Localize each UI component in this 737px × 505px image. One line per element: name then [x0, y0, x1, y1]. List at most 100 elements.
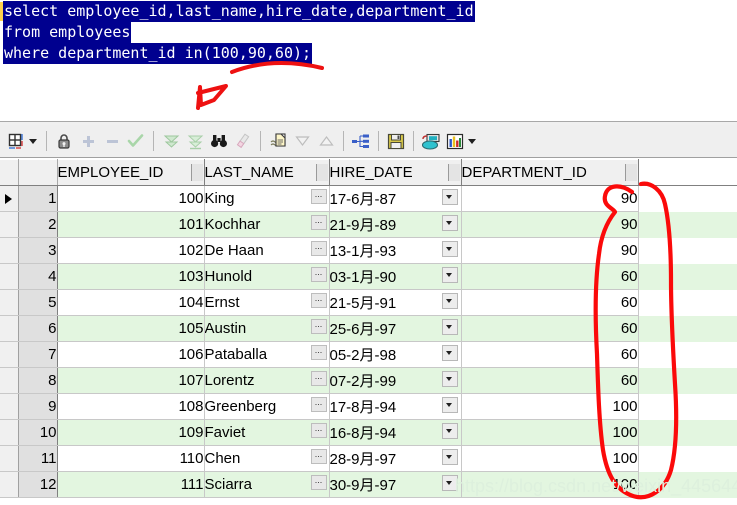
- row-indicator-cell[interactable]: [0, 341, 19, 368]
- row-indicator-cell[interactable]: [0, 419, 19, 446]
- column-resize-grip[interactable]: [315, 164, 328, 181]
- cell-employee-id[interactable]: 105: [57, 315, 205, 342]
- cell-editor-ellipsis-button[interactable]: ...: [310, 215, 327, 230]
- column-resize-grip[interactable]: [624, 164, 637, 181]
- row-indicator-cell[interactable]: [0, 367, 19, 394]
- cell-last-name[interactable]: Austin...: [204, 315, 330, 342]
- cell-department-id[interactable]: 100: [461, 419, 639, 446]
- cell-hire-date[interactable]: 17-6月-87: [329, 185, 462, 212]
- cell-hire-date[interactable]: 21-9月-89: [329, 211, 462, 238]
- cell-hire-date[interactable]: 13-1月-93: [329, 237, 462, 264]
- cell-employee-id[interactable]: 110: [57, 445, 205, 472]
- table-row[interactable]: 3 102 De Haan... 13-1月-93 90: [0, 237, 737, 264]
- row-indicator-cell[interactable]: [0, 393, 19, 420]
- row-indicator-cell[interactable]: [0, 237, 19, 264]
- cell-department-id[interactable]: 60: [461, 341, 639, 368]
- cell-last-name[interactable]: De Haan...: [204, 237, 330, 264]
- row-number-cell[interactable]: 1: [18, 185, 58, 212]
- table-row[interactable]: 1 100 King... 17-6月-87 90: [0, 185, 737, 212]
- row-indicator-cell[interactable]: [0, 445, 19, 472]
- row-number-cell[interactable]: 12: [18, 471, 58, 498]
- cell-department-id[interactable]: 100: [461, 471, 639, 498]
- row-number-cell[interactable]: 2: [18, 211, 58, 238]
- column-header-last-name[interactable]: LAST_NAME: [204, 159, 330, 186]
- row-number-cell[interactable]: 11: [18, 445, 58, 472]
- cell-editor-ellipsis-button[interactable]: ...: [310, 423, 327, 438]
- date-picker-dropdown-icon[interactable]: [441, 423, 458, 439]
- row-indicator-cell[interactable]: [0, 289, 19, 316]
- date-picker-dropdown-icon[interactable]: [441, 241, 458, 257]
- row-indicator-cell[interactable]: [0, 315, 19, 342]
- binoculars-icon[interactable]: [207, 128, 231, 154]
- cell-editor-ellipsis-button[interactable]: ...: [310, 371, 327, 386]
- cell-last-name[interactable]: Sciarra...: [204, 471, 330, 498]
- cell-department-id[interactable]: 60: [461, 289, 639, 316]
- cell-department-id[interactable]: 90: [461, 211, 639, 238]
- date-picker-dropdown-icon[interactable]: [441, 475, 458, 491]
- cell-last-name[interactable]: Pataballa...: [204, 341, 330, 368]
- date-picker-dropdown-icon[interactable]: [441, 319, 458, 335]
- cell-employee-id[interactable]: 108: [57, 393, 205, 420]
- row-number-cell[interactable]: 8: [18, 367, 58, 394]
- cell-hire-date[interactable]: 17-8月-94: [329, 393, 462, 420]
- cell-employee-id[interactable]: 106: [57, 341, 205, 368]
- date-picker-dropdown-icon[interactable]: [441, 293, 458, 309]
- cell-employee-id[interactable]: 104: [57, 289, 205, 316]
- date-picker-dropdown-icon[interactable]: [441, 397, 458, 413]
- results-grid[interactable]: EMPLOYEE_ID LAST_NAME HIRE_DATE DEPARTME…: [0, 159, 737, 505]
- cell-last-name[interactable]: Hunold...: [204, 263, 330, 290]
- cell-editor-ellipsis-button[interactable]: ...: [310, 189, 327, 204]
- cell-hire-date[interactable]: 16-8月-94: [329, 419, 462, 446]
- cell-employee-id[interactable]: 107: [57, 367, 205, 394]
- cell-editor-ellipsis-button[interactable]: ...: [310, 241, 327, 256]
- cell-department-id[interactable]: 100: [461, 393, 639, 420]
- table-row[interactable]: 12 111 Sciarra... 30-9月-97 100: [0, 471, 737, 498]
- cell-department-id[interactable]: 60: [461, 263, 639, 290]
- cell-employee-id[interactable]: 102: [57, 237, 205, 264]
- cell-department-id[interactable]: 90: [461, 185, 639, 212]
- cell-employee-id[interactable]: 103: [57, 263, 205, 290]
- cell-last-name[interactable]: Greenberg...: [204, 393, 330, 420]
- sql-editor-pane[interactable]: select employee_id,last_name,hire_date,d…: [0, 0, 737, 70]
- cell-department-id[interactable]: 100: [461, 445, 639, 472]
- cell-employee-id[interactable]: 109: [57, 419, 205, 446]
- cell-hire-date[interactable]: 07-2月-99: [329, 367, 462, 394]
- sql-line-3[interactable]: where department_id in(100,90,60);: [3, 43, 313, 64]
- copy-rows-icon[interactable]: [266, 128, 290, 154]
- cell-last-name[interactable]: King...: [204, 185, 330, 212]
- row-number-cell[interactable]: 5: [18, 289, 58, 316]
- cell-last-name[interactable]: Kochhar...: [204, 211, 330, 238]
- table-row[interactable]: 9 108 Greenberg... 17-8月-94 100: [0, 393, 737, 420]
- row-number-cell[interactable]: 10: [18, 419, 58, 446]
- cell-department-id[interactable]: 60: [461, 367, 639, 394]
- cell-last-name[interactable]: Ernst...: [204, 289, 330, 316]
- cell-hire-date[interactable]: 28-9月-97: [329, 445, 462, 472]
- table-row[interactable]: 7 106 Pataballa... 05-2月-98 60: [0, 341, 737, 368]
- row-number-cell[interactable]: 6: [18, 315, 58, 342]
- table-row[interactable]: 10 109 Faviet... 16-8月-94 100: [0, 419, 737, 446]
- column-header-department-id[interactable]: DEPARTMENT_ID: [461, 159, 639, 186]
- cell-editor-ellipsis-button[interactable]: ...: [310, 267, 327, 282]
- date-picker-dropdown-icon[interactable]: [441, 371, 458, 387]
- cell-hire-date[interactable]: 21-5月-91: [329, 289, 462, 316]
- row-number-cell[interactable]: 9: [18, 393, 58, 420]
- cell-editor-ellipsis-button[interactable]: ...: [310, 475, 327, 490]
- table-row[interactable]: 4 103 Hunold... 03-1月-90 60: [0, 263, 737, 290]
- date-picker-dropdown-icon[interactable]: [441, 267, 458, 283]
- chart-icon[interactable]: [443, 128, 467, 154]
- cell-editor-ellipsis-button[interactable]: ...: [310, 449, 327, 464]
- cell-employee-id[interactable]: 101: [57, 211, 205, 238]
- column-resize-grip[interactable]: [190, 164, 203, 181]
- date-picker-dropdown-icon[interactable]: [441, 215, 458, 231]
- cell-hire-date[interactable]: 30-9月-97: [329, 471, 462, 498]
- row-number-cell[interactable]: 4: [18, 263, 58, 290]
- grid-layout-icon[interactable]: [4, 128, 28, 154]
- cell-department-id[interactable]: 90: [461, 237, 639, 264]
- row-number-cell[interactable]: 3: [18, 237, 58, 264]
- cell-last-name[interactable]: Faviet...: [204, 419, 330, 446]
- table-row[interactable]: 8 107 Lorentz... 07-2月-99 60: [0, 367, 737, 394]
- date-picker-dropdown-icon[interactable]: [441, 189, 458, 205]
- sql-line-2[interactable]: from employees: [3, 22, 132, 43]
- explain-plan-icon[interactable]: [349, 128, 373, 154]
- date-picker-dropdown-icon[interactable]: [441, 449, 458, 465]
